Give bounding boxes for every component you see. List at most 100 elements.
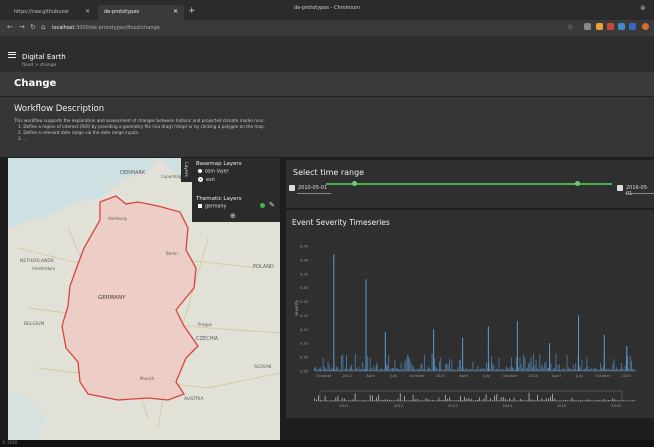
map-label-hamburg: Hamburg (108, 216, 127, 221)
new-tab-button[interactable]: + (188, 6, 196, 16)
timeseries-bar (518, 367, 520, 371)
overview-bar (352, 399, 354, 401)
overview-tick-label: 2012 (394, 403, 404, 408)
timeseries-bar (631, 360, 632, 371)
map-label-poland: POLAND (253, 264, 274, 270)
calendar-icon[interactable] (617, 185, 623, 191)
thematic-label: germany (205, 204, 227, 210)
timeseries-peak-bar (433, 329, 435, 371)
timeseries-bar (427, 366, 429, 371)
overview-bar (318, 395, 319, 401)
overview-bar (459, 395, 461, 401)
timeseries-peak-bar (365, 279, 367, 371)
timeseries-bar (434, 358, 435, 371)
overview-bar (515, 400, 517, 401)
timeseries-bar (460, 359, 461, 371)
timeseries-peak-bar (578, 315, 580, 371)
overview-bar (502, 396, 504, 401)
checkbox-icon[interactable] (198, 204, 202, 208)
workflow-line: 3. ... (18, 136, 28, 141)
timeseries-bar (335, 369, 336, 371)
basemap-option-esri[interactable]: esri (198, 177, 215, 183)
overview-bar (468, 398, 470, 401)
timeseries-bar (470, 369, 471, 371)
calendar-icon[interactable] (289, 185, 295, 191)
basemap-option-osm[interactable]: osm layer (198, 169, 229, 175)
thematic-title: Thematic Layers (196, 196, 242, 202)
map-label-austria: AUSTRIA (184, 396, 204, 402)
overview-bar (601, 400, 603, 401)
overview-bar (590, 400, 592, 401)
add-layer-icon[interactable]: ⊕ (230, 212, 236, 220)
menu-icon[interactable] (8, 52, 16, 58)
timeseries-peak-bar (603, 334, 605, 371)
overview-bar (331, 400, 332, 401)
star-icon[interactable]: ☆ (567, 23, 573, 31)
extension-icon[interactable] (596, 23, 603, 30)
timeseries-bar (398, 369, 400, 371)
timeseries-bar (370, 367, 372, 371)
profile-icon[interactable] (642, 23, 649, 30)
radio-icon[interactable] (198, 169, 202, 173)
y-tick-label: 0.30 (300, 285, 309, 290)
overview-bar (447, 398, 448, 401)
time-range-title: Select time range (293, 168, 365, 177)
overview-bar (475, 400, 476, 401)
close-icon[interactable]: ✕ (85, 8, 90, 15)
timeseries-bar (581, 360, 583, 371)
overview-bar (395, 400, 397, 401)
edit-icon[interactable]: ✎ (269, 201, 275, 209)
y-tick-label: 0.10 (300, 341, 309, 346)
timeseries-bar (557, 369, 559, 371)
breadcrumb: flood > change (22, 63, 57, 68)
timeseries-bar (315, 366, 317, 371)
overview-bar (505, 399, 506, 401)
extension-icon[interactable] (584, 23, 591, 30)
browser-tab-de-prototypes[interactable]: de-prototypes ✕ (98, 5, 184, 20)
overview-bar (382, 399, 384, 401)
timeseries-bar (540, 366, 542, 371)
timeseries-bar (328, 364, 330, 371)
x-tick-label: July (482, 373, 491, 378)
tab-label: de-prototypes (104, 9, 140, 15)
back-icon[interactable]: ← (7, 23, 13, 31)
overview-bar (612, 398, 614, 401)
time-slider-track[interactable] (326, 183, 612, 185)
extension-icon[interactable] (607, 23, 614, 30)
url-field[interactable]: localhost:3000/de-prototypes/flood/chang… (52, 23, 512, 35)
timeseries-bar (614, 369, 616, 371)
timeseries-chart[interactable]: severity 0.00 0.05 0.10 0.15 0.20 0.25 0.30 0.35… (286, 236, 654, 416)
x-tick-label: October (595, 373, 611, 378)
timeseries-bar (633, 369, 635, 371)
home-icon[interactable]: ⌂ (41, 23, 45, 31)
timeseries-bar (605, 369, 606, 371)
layers-panel: Basemap Layers osm layer esri Thematic L… (192, 158, 280, 222)
overview-bar (414, 399, 416, 401)
close-icon[interactable]: ✕ (173, 8, 178, 15)
start-date-field[interactable]: 2010-05-01 (298, 185, 327, 191)
layer-visibility-icon[interactable] (260, 203, 265, 208)
timeseries-bar (374, 368, 376, 371)
thematic-option-germany[interactable]: germany (198, 204, 226, 210)
overview-bar (537, 394, 538, 401)
browser-tab-raw[interactable]: https://raw.githubuser ✕ (8, 5, 96, 20)
end-date-field[interactable]: 2016-05-01 (626, 185, 654, 197)
timeseries-bar (375, 362, 377, 371)
timeseries-bar (489, 368, 491, 371)
timeseries-bar (320, 367, 321, 371)
radio-selected-icon[interactable] (198, 177, 203, 182)
timeseries-bar (627, 355, 629, 371)
overview-tick-label: 2013 (448, 403, 458, 408)
extension-icon[interactable] (618, 23, 625, 30)
forward-icon[interactable]: → (19, 23, 25, 31)
reload-icon[interactable]: ↻ (30, 23, 36, 31)
window-close-icon[interactable]: ⊗ (640, 4, 646, 12)
overview-bar (322, 400, 324, 401)
overview-bar (571, 397, 573, 401)
timeseries-bar (346, 355, 347, 371)
overview-bar (500, 397, 502, 401)
layers-tab[interactable]: Layers (181, 158, 192, 182)
x-tick-label: 2015 (621, 373, 631, 378)
timeseries-bar (348, 368, 350, 371)
extension-icon[interactable] (629, 23, 636, 30)
